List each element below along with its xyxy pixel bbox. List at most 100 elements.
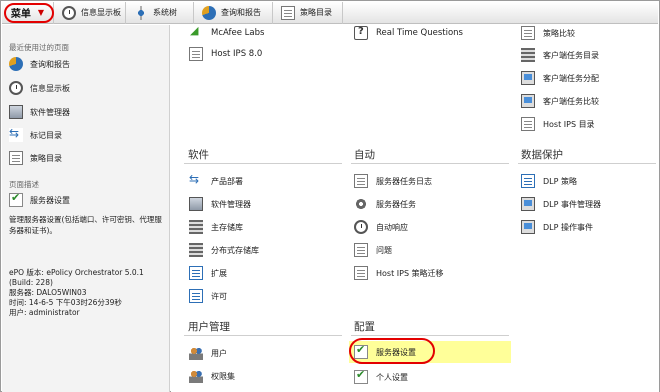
- menu-item-label: DLP 事件管理器: [543, 199, 601, 209]
- menu-item-label: 分布式存储库: [211, 245, 259, 255]
- menu-item-label: 扩展: [211, 268, 227, 278]
- menu-item-label: Host IPS 8.0: [211, 49, 263, 59]
- menu-item-server-task-log[interactable]: 服务器任务日志: [354, 173, 432, 189]
- toolbar-queries-button[interactable]: 查询和报告: [194, 1, 273, 24]
- toolbar-dashboard-button[interactable]: 信息显示板: [54, 1, 126, 24]
- extension-icon: [189, 266, 203, 280]
- recent-item-label: 信息显示板: [30, 83, 70, 93]
- menu-item-client-task-assign[interactable]: 客户端任务分配: [521, 70, 599, 86]
- task-log-icon: [354, 174, 368, 188]
- compare-icon: [521, 26, 535, 40]
- menu-item-label: DLP 策略: [543, 176, 577, 186]
- menu-item-licensing[interactable]: 许可: [189, 288, 227, 304]
- recent-item-dashboard[interactable]: 信息显示板: [9, 80, 70, 96]
- menu-item-client-task-catalog[interactable]: 客户端任务目录: [521, 47, 599, 63]
- recent-item-software-manager[interactable]: 软件管理器: [9, 104, 70, 120]
- clock-icon: [62, 5, 76, 20]
- menu-item-host-ips-migration[interactable]: Host IPS 策略迁移: [354, 265, 444, 281]
- menu-item-extensions[interactable]: 扩展: [189, 265, 227, 281]
- menu-content: McAfee Labs Host IPS 8.0 Real Time Quest…: [171, 24, 659, 392]
- toolbar-policy-catalog-button[interactable]: 策略目录: [273, 1, 343, 24]
- menu-item-client-task-compare[interactable]: 客户端任务比较: [521, 93, 599, 109]
- epo-console-window: 菜单 ▼ 信息显示板 系统树 查询和报告 策略目录 最近使用过的页面 查询和报告: [0, 0, 660, 392]
- page-description-text: 管理服务器设置(包括端口、许可密钥、代理服务器和证书)。: [9, 215, 162, 235]
- menu-item-real-time-questions[interactable]: Real Time Questions: [354, 25, 463, 41]
- repository-icon: [189, 220, 203, 234]
- menu-item-label: 客户端任务目录: [543, 50, 599, 60]
- menu-item-personal-settings[interactable]: 个人设置: [354, 368, 408, 385]
- divider: [184, 335, 342, 336]
- question-icon: [354, 26, 368, 40]
- menu-item-host-ips[interactable]: Host IPS 8.0: [189, 46, 262, 62]
- toolbar-item-label: 信息显示板: [81, 8, 121, 17]
- menu-item-dlp-operational-events[interactable]: DLP 操作事件: [521, 219, 593, 235]
- gear-icon: [354, 197, 368, 211]
- menu-item-mcafee-labs[interactable]: McAfee Labs: [189, 24, 265, 41]
- menu-item-label: 产品部署: [211, 176, 243, 186]
- dlp-incident-icon: [521, 197, 535, 211]
- menu-item-host-ips-catalog[interactable]: Host IPS 目录: [521, 116, 595, 132]
- menu-item-product-deployment[interactable]: 产品部署: [189, 172, 243, 189]
- menu-item-policy-compare[interactable]: 策略比较: [521, 25, 575, 41]
- divider: [351, 335, 509, 336]
- recent-item-label: 软件管理器: [30, 107, 70, 117]
- menu-item-issues[interactable]: 问题: [354, 242, 392, 258]
- recent-item-label: 策略目录: [30, 153, 62, 163]
- menu-item-label: 服务器任务: [376, 199, 416, 209]
- menu-item-label: 问题: [376, 245, 392, 255]
- category-configuration-title: 配置: [354, 321, 375, 333]
- menu-annotation-oval: [4, 3, 54, 23]
- category-software-title: 软件: [188, 149, 209, 161]
- users-icon: [189, 346, 203, 360]
- menu-item-master-repository[interactable]: 主存储库: [189, 219, 243, 235]
- menu-item-label: 主存储库: [211, 222, 243, 232]
- monitor-icon: [521, 71, 535, 85]
- recent-item-policy-catalog[interactable]: 策略目录: [9, 150, 62, 166]
- menu-item-label: McAfee Labs: [211, 28, 265, 38]
- recent-item-label: 查询和报告: [30, 59, 70, 69]
- rss-icon: [189, 24, 203, 40]
- menu-item-label: 自动响应: [376, 222, 408, 232]
- category-automation-title: 自动: [354, 149, 375, 161]
- menu-item-label: 服务器任务日志: [376, 176, 432, 186]
- queries-icon: [202, 5, 216, 20]
- permission-sets-icon: [189, 369, 203, 383]
- document-icon: [189, 47, 203, 61]
- menu-item-automatic-responses[interactable]: 自动响应: [354, 219, 408, 235]
- menu-item-server-tasks[interactable]: 服务器任务: [354, 196, 416, 212]
- menu-item-distributed-repository[interactable]: 分布式存储库: [189, 242, 259, 258]
- menu-item-label: Host IPS 策略迁移: [376, 268, 444, 278]
- server-time: 时间: 14-6-5 下午03时26分39秒: [9, 298, 122, 307]
- epo-version: ePO 版本: ePolicy Orchestrator 5.0.1: [9, 268, 144, 277]
- dlp-events-icon: [521, 220, 535, 234]
- menu-item-software-manager[interactable]: 软件管理器: [189, 196, 251, 212]
- distributed-repository-icon: [189, 243, 203, 257]
- deployment-icon: [189, 172, 203, 188]
- queries-icon: [9, 57, 23, 71]
- menu-item-dlp-incident-manager[interactable]: DLP 事件管理器: [521, 196, 601, 212]
- toolbar-system-tree-button[interactable]: 系统树: [126, 1, 194, 24]
- recent-item-tag-catalog[interactable]: 标记目录: [9, 126, 62, 143]
- issues-icon: [354, 243, 368, 257]
- menu-item-label: 软件管理器: [211, 199, 251, 209]
- epo-build: (Build: 228): [9, 278, 53, 287]
- category-data-protection-title: 数据保护: [521, 149, 563, 161]
- software-manager-icon: [189, 197, 203, 211]
- clock-icon: [9, 81, 23, 95]
- top-toolbar: 菜单 ▼ 信息显示板 系统树 查询和报告 策略目录: [2, 1, 658, 24]
- recent-pages-title: 最近使用过的页面: [9, 43, 69, 52]
- menu-item-dlp-policy[interactable]: DLP 策略: [521, 173, 577, 189]
- page-description-title: 页面描述: [9, 180, 39, 189]
- menu-item-permission-sets[interactable]: 权限集: [189, 368, 235, 384]
- recent-item-queries[interactable]: 查询和报告: [9, 56, 70, 72]
- menu-item-label: Real Time Questions: [376, 28, 463, 38]
- document-icon: [521, 117, 535, 131]
- task-catalog-icon: [521, 48, 535, 62]
- recent-item-label: 标记目录: [30, 130, 62, 140]
- policy-catalog-icon: [281, 5, 295, 20]
- category-user-management-title: 用户管理: [188, 321, 230, 333]
- personal-settings-icon: [354, 368, 368, 384]
- menu-item-label: 客户端任务分配: [543, 73, 599, 83]
- menu-item-users[interactable]: 用户: [189, 345, 227, 361]
- left-panel: 最近使用过的页面 查询和报告 信息显示板 软件管理器 标记目录 策略目录 页面描…: [2, 25, 170, 392]
